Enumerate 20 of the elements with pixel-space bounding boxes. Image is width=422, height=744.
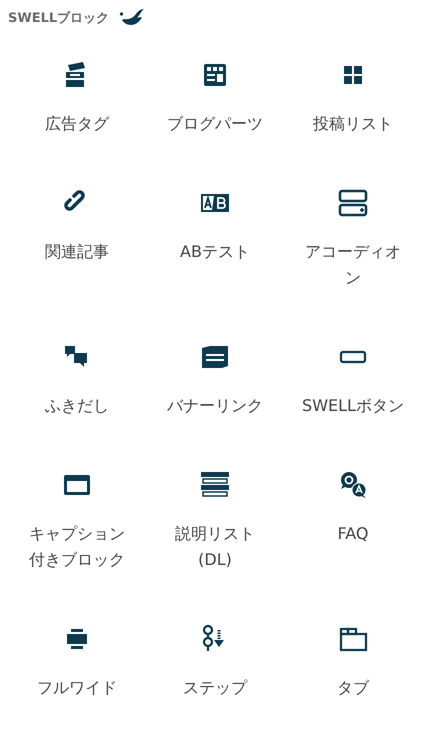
list-icon [200, 470, 230, 500]
qa-icon [338, 470, 368, 500]
block-item[interactable]: 説明リスト(DL) [146, 446, 284, 600]
block-item[interactable]: ABテスト [146, 164, 284, 318]
block-item[interactable]: フルワイド [8, 600, 146, 728]
block-item[interactable]: タブ [284, 600, 422, 728]
block-item[interactable]: バナーリンク [146, 318, 284, 446]
block-item[interactable]: ステップ [146, 600, 284, 728]
block-item[interactable]: 投稿リスト [284, 36, 422, 164]
section-title: SWELLブロック [8, 10, 110, 27]
block-item[interactable]: 関連記事 [8, 164, 146, 318]
bird-logo-icon [119, 8, 146, 28]
block-item[interactable]: ブログパーツ [146, 36, 284, 164]
block-item[interactable]: キャプション付きブロック [8, 446, 146, 600]
block-item[interactable]: SWELLボタン [284, 318, 422, 446]
block-item[interactable]: 広告タグ [8, 36, 146, 164]
block-item[interactable]: アコーディオン [284, 164, 422, 318]
block-item[interactable]: ふきだし [8, 318, 146, 446]
accordion-icon [338, 188, 368, 218]
block-item[interactable]: FAQ [284, 446, 422, 600]
